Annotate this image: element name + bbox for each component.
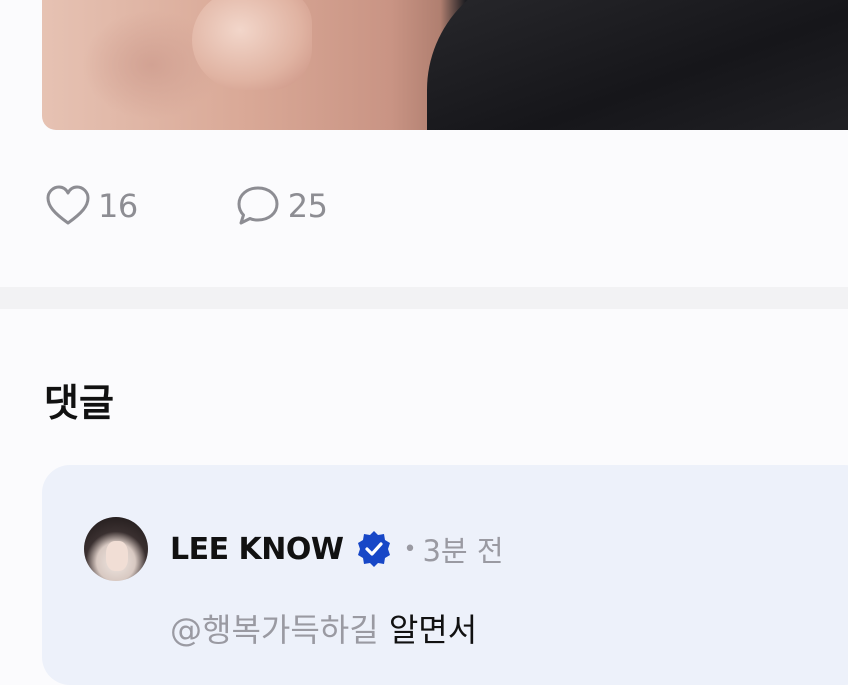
comment-author[interactable]: LEE KNOW xyxy=(170,532,344,567)
photo-finger xyxy=(192,0,312,90)
mention-link[interactable]: @행복가득하길 xyxy=(170,611,379,649)
comment-text: @행복가득하길 알면서 xyxy=(170,605,477,651)
post-photo[interactable] xyxy=(42,0,848,130)
avatar-face xyxy=(106,541,128,571)
heart-outline-icon xyxy=(46,185,90,225)
separator-dot: • xyxy=(403,536,417,562)
like-count: 16 xyxy=(98,187,138,225)
speech-bubble-icon xyxy=(237,186,279,225)
comment-header: LEE KNOW • 3분 전 xyxy=(170,527,504,571)
avatar[interactable] xyxy=(84,517,148,581)
photo-dark-clothing xyxy=(427,0,848,130)
comment-message: 알면서 xyxy=(388,611,478,649)
comments-heading: 댓글 xyxy=(44,381,114,425)
section-divider xyxy=(0,287,848,309)
post-actions: 16 25 xyxy=(44,182,423,230)
verified-badge-icon xyxy=(357,531,390,567)
comment-card: LEE KNOW • 3분 전 @행복가득하길 알면서 xyxy=(42,465,848,685)
comment-timestamp: 3분 전 xyxy=(422,534,504,568)
comment-count: 25 xyxy=(287,187,328,225)
comment-button[interactable]: 25 xyxy=(234,182,328,230)
like-button[interactable]: 16 xyxy=(44,182,138,230)
